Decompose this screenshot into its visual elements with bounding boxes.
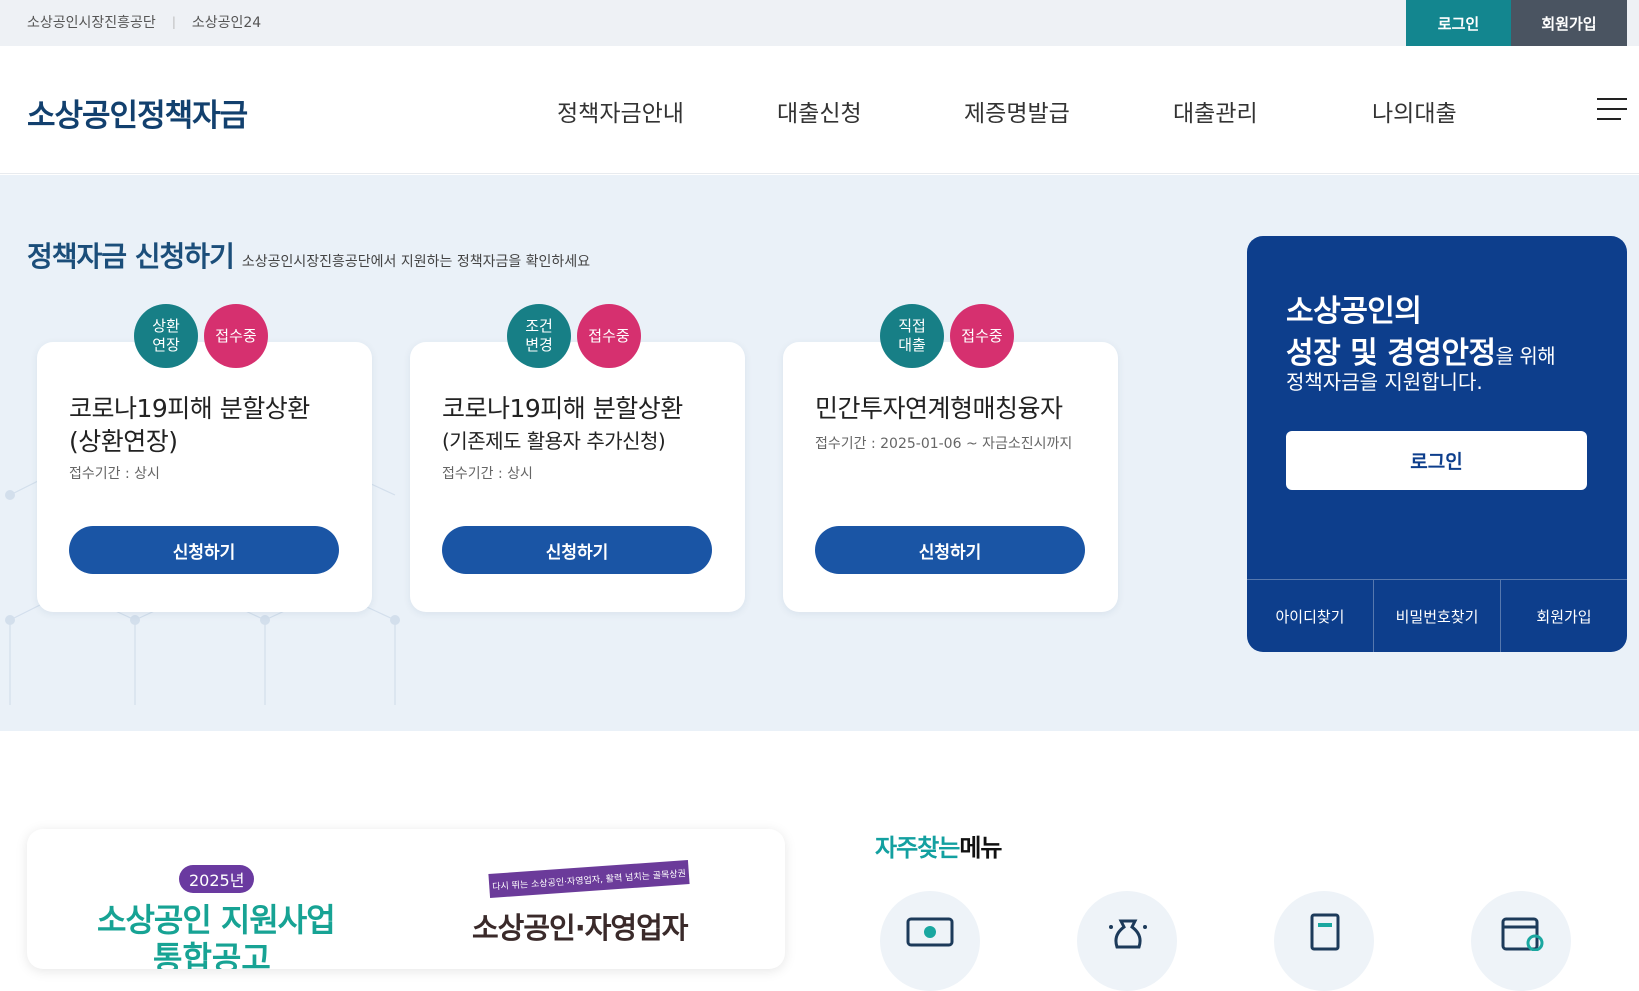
top-login-button[interactable]: 로그인	[1406, 0, 1511, 46]
banner-ribbon: 다시 뛰는 소상공인·자영업자, 활력 넘치는 골목상권	[488, 860, 690, 898]
nav-item-manage[interactable]: 대출관리	[1173, 94, 1258, 128]
loan-card: 상환 연장 접수중 코로나19피해 분할상환 (상환연장) 접수기간 : 상시 신…	[37, 304, 372, 612]
utility-bar: 소상공인시장진흥공단 | 소상공인24 로그인 회원가입	[0, 0, 1639, 46]
find-password-link[interactable]: 비밀번호찾기	[1374, 580, 1501, 652]
money-icon[interactable]	[880, 891, 980, 991]
promo-banner[interactable]: 2025년 소상공인 지원사업 통합공고 다시 뛰는 소상공인·자영업자, 활력…	[27, 829, 785, 969]
money-bag-icon[interactable]	[1077, 891, 1177, 991]
signup-link[interactable]: 회원가입	[1501, 580, 1627, 652]
status-badge: 접수중	[204, 304, 268, 368]
find-id-link[interactable]: 아이디찾기	[1247, 580, 1374, 652]
loan-type-badge: 직접 대출	[880, 304, 944, 368]
nav-item-apply[interactable]: 대출신청	[777, 94, 862, 128]
apply-button[interactable]: 신청하기	[815, 526, 1085, 574]
link-semas[interactable]: 소상공인시장진흥공단	[27, 12, 156, 32]
banner-year-badge: 2025년	[179, 865, 255, 893]
login-panel: 소상공인의 성장 및 경영안정을 위해 정책자금을 지원합니다. 로그인 아이디…	[1247, 236, 1627, 652]
application-period: 접수기간 : 2025-01-06 ~ 자금소진시까지	[815, 436, 1073, 452]
application-period: 접수기간 : 상시	[442, 466, 533, 482]
section-description: 소상공인시장진흥공단에서 지원하는 정책자금을 확인하세요	[241, 254, 591, 270]
link-separator: |	[171, 15, 176, 29]
apply-section: 정책자금 신청하기 소상공인시장진흥공단에서 지원하는 정책자금을 확인하세요 …	[0, 175, 1639, 731]
status-badge: 접수중	[577, 304, 641, 368]
loan-card: 직접 대출 접수중 민간투자연계형매칭융자 접수기간 : 2025-01-06 ~…	[783, 304, 1118, 612]
login-button[interactable]: 로그인	[1286, 431, 1587, 490]
hamburger-menu-icon[interactable]	[1597, 98, 1627, 120]
apply-button[interactable]: 신청하기	[442, 526, 712, 574]
status-badge: 접수중	[950, 304, 1014, 368]
section-heading: 정책자금 신청하기	[27, 240, 235, 273]
account-links: 아이디찾기 비밀번호찾기 회원가입	[1247, 579, 1627, 652]
apply-button[interactable]: 신청하기	[69, 526, 339, 574]
loan-card: 조건 변경 접수중 코로나19피해 분할상환 (기존제도 활용자 추가신청) 접수…	[410, 304, 745, 612]
loan-type-badge: 조건 변경	[507, 304, 571, 368]
document-icon[interactable]	[1274, 891, 1374, 991]
banner-right-title: 소상공인·자영업자	[472, 911, 688, 945]
calendar-icon[interactable]	[1471, 891, 1571, 991]
nav-item-myloan[interactable]: 나의대출	[1372, 94, 1457, 128]
login-panel-subtext: 정책자금을 지원합니다.	[1286, 370, 1483, 394]
site-header: 소상공인정책자금 정책자금안내 대출신청 제증명발급 대출관리 나의대출	[0, 46, 1639, 174]
link-sbiz24[interactable]: 소상공인24	[192, 12, 261, 32]
nav-item-certificate[interactable]: 제증명발급	[964, 94, 1070, 128]
loan-title: 민간투자연계형매칭융자	[815, 394, 1063, 423]
nav-item-guide[interactable]: 정책자금안내	[557, 94, 684, 128]
site-logo[interactable]: 소상공인정책자금	[27, 90, 248, 135]
favorites-title: 자주찾는메뉴	[875, 834, 1003, 862]
loan-title: 코로나19피해 분할상환 (상환연장)	[69, 394, 310, 456]
login-panel-heading: 소상공인의	[1286, 294, 1422, 329]
section-title: 정책자금 신청하기 소상공인시장진흥공단에서 지원하는 정책자금을 확인하세요	[27, 235, 590, 275]
loan-type-badge: 상환 연장	[134, 304, 198, 368]
loan-title: 코로나19피해 분할상환 (기존제도 활용자 추가신청)	[442, 394, 683, 453]
utility-links: 소상공인시장진흥공단 | 소상공인24	[27, 12, 261, 32]
application-period: 접수기간 : 상시	[69, 466, 160, 482]
banner-left-title-2: 통합공고	[153, 939, 271, 969]
top-join-button[interactable]: 회원가입	[1511, 0, 1627, 46]
